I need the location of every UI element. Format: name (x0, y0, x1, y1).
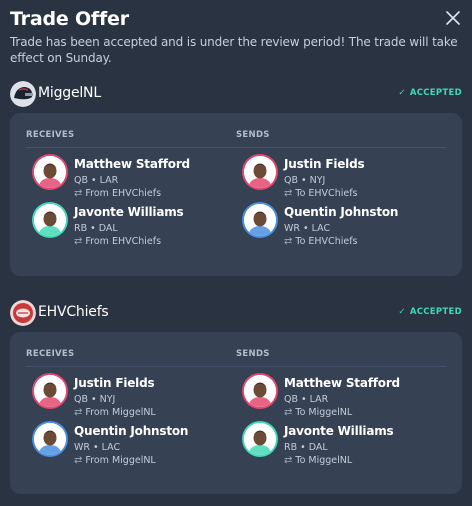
swap-icon: ⇄ (74, 188, 83, 199)
player-origin: ⇄ From EHVChiefs (74, 188, 162, 199)
player-name: Quentin Johnston (284, 205, 399, 219)
team-name: MiggelNL (38, 85, 101, 101)
trade-card-ehvchiefs: RECEIVES SENDS Justin Fields QB • NYJ ⇄ F… (10, 332, 462, 494)
player-position-team: QB • NYJ (284, 175, 326, 186)
player-position-team: QB • LAR (74, 175, 119, 186)
player-card[interactable]: Justin Fields QB • NYJ ⇄ To EHVChiefs (244, 156, 444, 199)
player-avatar (244, 204, 276, 236)
close-icon[interactable] (441, 7, 465, 31)
player-card[interactable]: Javonte Williams RB • DAL ⇄ From EHVChief… (34, 204, 234, 247)
divider (26, 366, 446, 367)
player-card[interactable]: Justin Fields QB • NYJ ⇄ From MiggelNL (34, 375, 234, 418)
player-avatar (244, 423, 276, 455)
receives-header: RECEIVES (26, 349, 75, 359)
player-position-team: RB • DAL (284, 442, 328, 453)
swap-icon: ⇄ (74, 236, 83, 247)
player-destination: ⇄ To EHVChiefs (284, 236, 358, 247)
player-card[interactable]: Quentin Johnston WR • LAC ⇄ From MiggelNL (34, 423, 234, 466)
team-header-ehvchiefs: EHVChiefs ✓ ACCEPTED (10, 300, 462, 326)
team-logo (10, 300, 36, 326)
player-position-team: QB • LAR (284, 394, 329, 405)
check-icon: ✓ (398, 307, 406, 317)
swap-icon: ⇄ (74, 407, 83, 418)
swap-icon: ⇄ (284, 455, 293, 466)
player-name: Matthew Stafford (284, 376, 400, 390)
player-card[interactable]: Javonte Williams RB • DAL ⇄ To MiggelNL (244, 423, 444, 466)
status-badge: ✓ ACCEPTED (398, 88, 462, 98)
player-name: Justin Fields (74, 376, 155, 390)
trade-status-message: Trade has been accepted and is under the… (10, 35, 458, 65)
divider (26, 147, 446, 148)
close-button[interactable] (441, 7, 465, 31)
player-avatar (244, 375, 276, 407)
player-destination: ⇄ To EHVChiefs (284, 188, 358, 199)
swap-icon: ⇄ (74, 455, 83, 466)
player-card[interactable]: Matthew Stafford QB • LAR ⇄ To MiggelNL (244, 375, 444, 418)
player-position-team: WR • LAC (74, 442, 121, 453)
swap-icon: ⇄ (284, 407, 293, 418)
player-destination: ⇄ To MiggelNL (284, 407, 353, 418)
check-icon: ✓ (398, 88, 406, 98)
player-position-team: RB • DAL (74, 223, 118, 234)
player-avatar (34, 156, 66, 188)
sends-header: SENDS (236, 130, 270, 140)
player-name: Javonte Williams (284, 424, 394, 438)
player-name: Matthew Stafford (74, 157, 190, 171)
receives-header: RECEIVES (26, 130, 75, 140)
player-avatar (244, 156, 276, 188)
player-origin: ⇄ From MiggelNL (74, 407, 156, 418)
sends-header: SENDS (236, 349, 270, 359)
player-name: Quentin Johnston (74, 424, 189, 438)
player-position-team: WR • LAC (284, 223, 331, 234)
player-origin: ⇄ From EHVChiefs (74, 236, 162, 247)
swap-icon: ⇄ (284, 188, 293, 199)
swap-icon: ⇄ (284, 236, 293, 247)
player-name: Justin Fields (284, 157, 365, 171)
player-avatar (34, 423, 66, 455)
player-name: Javonte Williams (74, 205, 184, 219)
player-avatar (34, 375, 66, 407)
player-card[interactable]: Quentin Johnston WR • LAC ⇄ To EHVChiefs (244, 204, 444, 247)
player-position-team: QB • NYJ (74, 394, 116, 405)
team-logo (10, 81, 36, 107)
player-origin: ⇄ From MiggelNL (74, 455, 156, 466)
player-avatar (34, 204, 66, 236)
player-card[interactable]: Matthew Stafford QB • LAR ⇄ From EHVChief… (34, 156, 234, 199)
status-badge: ✓ ACCEPTED (398, 307, 462, 317)
team-header-miggelnl: MiggelNL ✓ ACCEPTED (10, 81, 462, 107)
team-name: EHVChiefs (38, 304, 109, 320)
player-destination: ⇄ To MiggelNL (284, 455, 353, 466)
page-title: Trade Offer (10, 8, 129, 30)
trade-card-miggelnl: RECEIVES SENDS Matthew Stafford QB • LAR… (10, 113, 462, 276)
